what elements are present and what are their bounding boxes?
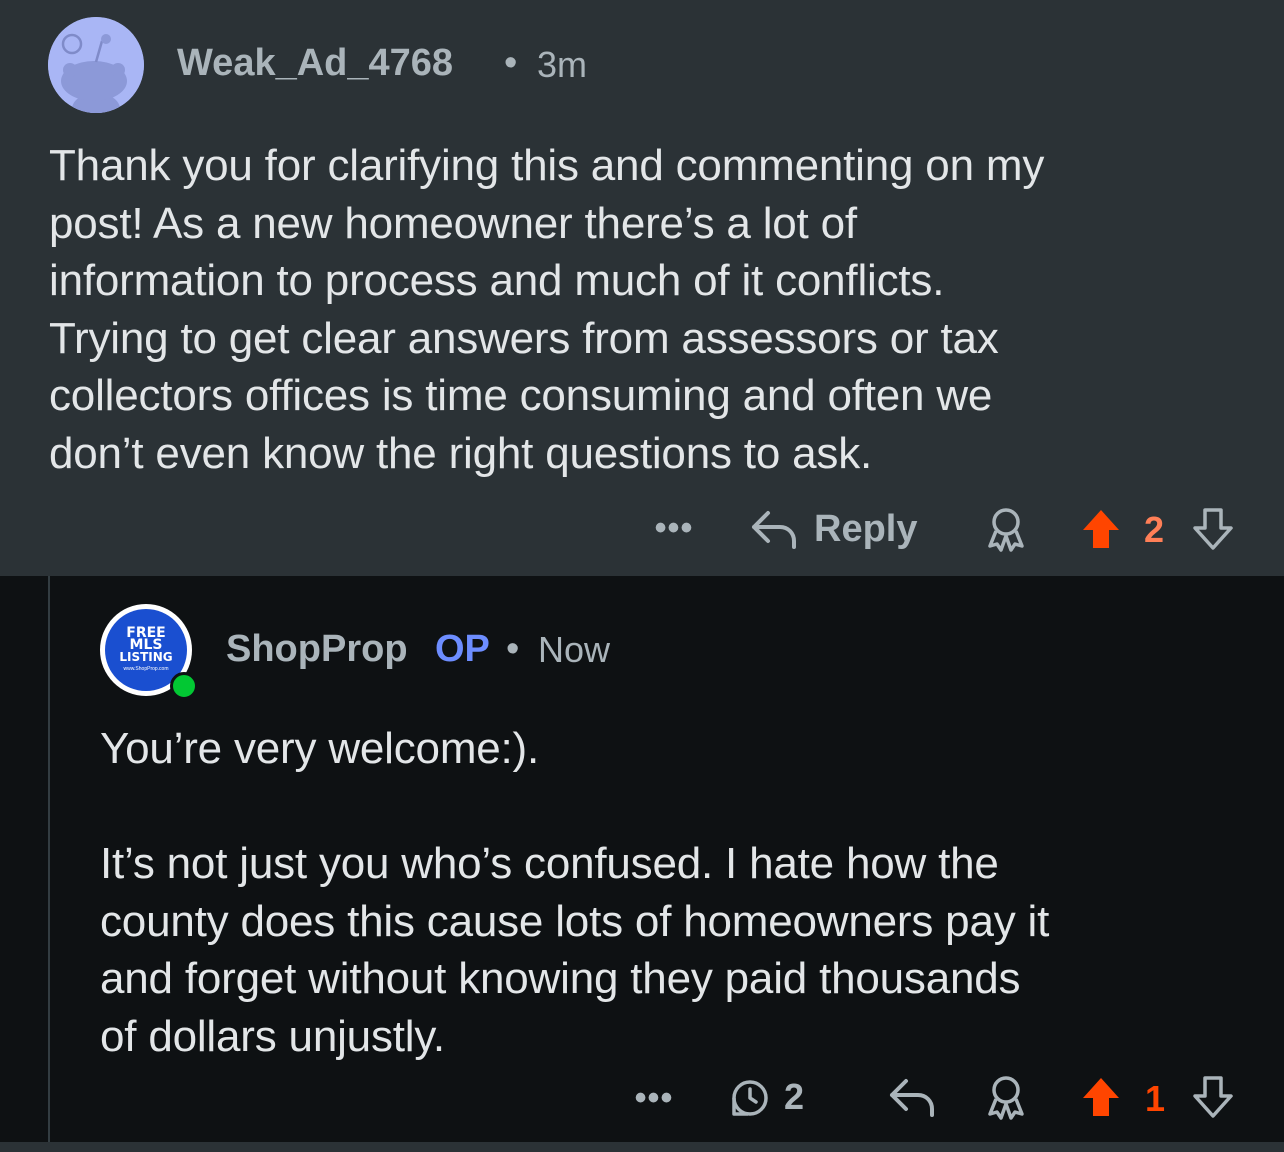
award-button[interactable] xyxy=(982,506,1030,552)
snoo-avatar[interactable] xyxy=(48,17,144,113)
reply-button[interactable]: Reply xyxy=(748,502,930,556)
meta-separator: • xyxy=(504,42,518,84)
award-button[interactable] xyxy=(982,1074,1030,1120)
downvote-arrow-icon xyxy=(1193,508,1233,550)
vote-count: 1 xyxy=(1145,1078,1166,1119)
upvote-button[interactable] xyxy=(1078,1074,1124,1120)
avatar-logo-line: LISTING xyxy=(119,650,173,664)
next-comment-edge xyxy=(0,1142,1284,1152)
award-icon xyxy=(988,1076,1024,1120)
replies-button[interactable]: 2 xyxy=(728,1074,828,1120)
snoo-avatar-icon xyxy=(48,17,144,113)
upvote-arrow-icon xyxy=(1083,1078,1119,1116)
reply-button[interactable] xyxy=(886,1074,936,1120)
award-icon xyxy=(988,508,1024,552)
username[interactable]: Weak_Ad_4768 xyxy=(177,42,453,85)
online-status-indicator xyxy=(170,672,198,700)
comment-body: You’re very welcome:). It’s not just you… xyxy=(100,724,1050,1061)
downvote-button[interactable] xyxy=(1190,1074,1236,1120)
reply-label: Reply xyxy=(814,507,918,550)
downvote-arrow-icon xyxy=(1193,1076,1233,1118)
reply-count: 2 xyxy=(784,1076,805,1117)
comment-body: Thank you for clarifying this and commen… xyxy=(49,141,1045,478)
more-options-icon: ••• xyxy=(654,508,694,547)
more-options-button[interactable]: ••• xyxy=(650,508,698,547)
timestamp: Now xyxy=(538,629,611,670)
username[interactable]: ShopProp xyxy=(226,628,408,671)
timestamp: 3m xyxy=(537,44,588,85)
reply-arrow-icon xyxy=(890,1079,934,1117)
meta-separator: • xyxy=(506,628,520,670)
vote-count: 2 xyxy=(1144,509,1165,550)
avatar-logo-url: www.ShopProp.com xyxy=(123,666,169,672)
comment-count-icon xyxy=(732,1080,768,1116)
reply-arrow-icon xyxy=(752,511,796,549)
more-options-button[interactable]: ••• xyxy=(630,1078,678,1117)
upvote-button[interactable] xyxy=(1078,506,1124,552)
downvote-button[interactable] xyxy=(1190,506,1236,552)
upvote-arrow-icon xyxy=(1083,510,1119,548)
thread-line[interactable] xyxy=(48,576,50,1142)
op-badge: OP xyxy=(435,628,490,670)
more-options-icon: ••• xyxy=(634,1078,674,1117)
